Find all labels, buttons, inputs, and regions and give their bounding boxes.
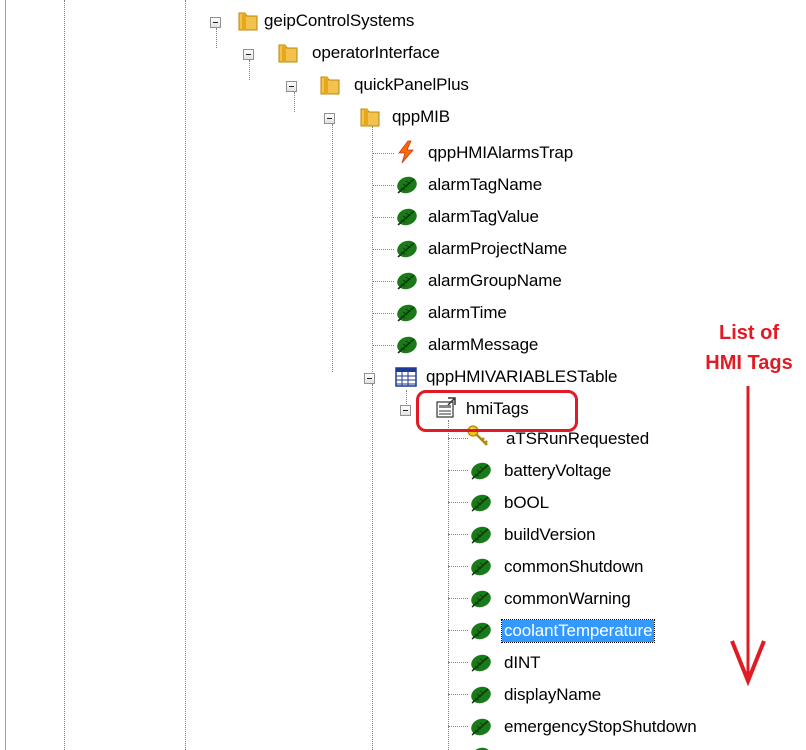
leaf-icon — [397, 240, 417, 258]
node-label[interactable]: alarmTagValue — [426, 206, 541, 228]
tree-connector — [448, 566, 468, 567]
leaf-icon — [397, 176, 417, 194]
tree-node-bool[interactable]: bOOL — [466, 490, 606, 518]
tree-node-batteryvoltage[interactable]: batteryVoltage — [466, 458, 686, 486]
leaf-icon — [471, 747, 491, 750]
tree-node-alarmtime[interactable]: alarmTime — [392, 300, 552, 328]
collapse-toggle[interactable] — [324, 113, 335, 124]
node-label[interactable]: emergencyStopShutdown — [502, 716, 699, 738]
mib-tree-view: geipControlSystems operatorInterface qui… — [0, 0, 806, 750]
tree-connector — [372, 384, 373, 750]
node-label[interactable]: alarmTagName — [426, 174, 544, 196]
tree-connector — [372, 185, 394, 186]
tree-connector — [448, 502, 468, 503]
leaf-icon — [471, 590, 491, 608]
collapse-toggle[interactable] — [364, 373, 375, 384]
node-label[interactable]: qppHMIVARIABLESTable — [424, 366, 619, 388]
node-label[interactable]: qppMIB — [390, 106, 452, 128]
tree-node-commonshutdown[interactable]: commonShutdown — [466, 554, 706, 582]
node-label[interactable]: commonShutdown — [502, 556, 645, 578]
tree-node-quickpanelplus[interactable]: quickPanelPlus — [280, 72, 500, 100]
node-label[interactable]: geipControlSystems — [262, 10, 416, 32]
tree-connector — [448, 470, 468, 471]
tree-connector — [448, 694, 468, 695]
tree-node-alarmtagvalue[interactable]: alarmTagValue — [392, 204, 592, 232]
tree-node-geipcontrolsystems[interactable]: geipControlSystems — [200, 8, 450, 36]
trap-lightning-icon — [398, 140, 414, 164]
leaf-icon — [397, 208, 417, 226]
node-label-selected[interactable]: coolantTemperature — [500, 619, 656, 643]
leaf-icon — [397, 272, 417, 290]
annotation-line-1: List of — [719, 322, 779, 344]
tree-connector — [372, 313, 394, 314]
leaf-icon — [471, 494, 491, 512]
collapse-toggle[interactable] — [243, 49, 254, 60]
leaf-icon — [471, 622, 491, 640]
tree-node-emergencystopshutdown[interactable]: emergencyStopShutdown — [466, 714, 766, 742]
tree-connector — [372, 345, 394, 346]
tree-node-alarmtagname[interactable]: alarmTagName — [392, 172, 592, 200]
tree-connector — [372, 153, 394, 154]
node-label[interactable]: alarmTime — [426, 302, 509, 324]
tree-connector — [448, 534, 468, 535]
tree-connector — [448, 598, 468, 599]
node-label[interactable]: commonWarning — [502, 588, 633, 610]
leaf-icon — [471, 558, 491, 576]
tree-node-displayname[interactable]: displayName — [466, 682, 666, 710]
node-label[interactable]: alarmMessage — [426, 334, 540, 356]
down-arrow-icon — [730, 386, 766, 686]
tree-node-coolanttemperature[interactable]: coolantTemperature — [466, 618, 716, 646]
leaf-icon — [471, 718, 491, 736]
node-label[interactable]: alarmProjectName — [426, 238, 569, 260]
node-label[interactable]: operatorInterface — [310, 42, 442, 64]
collapse-toggle[interactable] — [286, 81, 297, 92]
tree-root-guide — [185, 0, 186, 750]
tree-connector — [332, 124, 333, 372]
table-icon — [395, 367, 417, 387]
node-label[interactable]: batteryVoltage — [502, 460, 613, 482]
leaf-icon — [397, 336, 417, 354]
tree-node-alarmprojectname[interactable]: alarmProjectName — [392, 236, 612, 264]
tree-node-qpphmivariablestable[interactable]: qppHMIVARIABLESTable — [358, 364, 658, 392]
folder-icon — [320, 76, 340, 95]
leaf-icon — [471, 462, 491, 480]
tree-node-operatorinterface[interactable]: operatorInterface — [240, 40, 500, 68]
tree-connector — [448, 662, 468, 663]
tree-node-qppmib[interactable]: qppMIB — [318, 104, 468, 132]
node-label[interactable]: alarmGroupName — [426, 270, 564, 292]
collapse-toggle[interactable] — [400, 405, 411, 416]
node-label[interactable]: buildVersion — [502, 524, 597, 546]
tree-connector — [372, 126, 373, 376]
tree-node-alarmgroupname[interactable]: alarmGroupName — [392, 268, 612, 296]
node-label[interactable]: dINT — [502, 652, 542, 674]
tree-connector — [448, 630, 468, 631]
tree-node-commonwarning[interactable]: commonWarning — [466, 586, 706, 614]
left-pane-guide — [64, 0, 65, 750]
tree-node-buildversion[interactable]: buildVersion — [466, 522, 666, 550]
tree-connector — [372, 249, 394, 250]
annotation-line-2: HMI Tags — [705, 352, 793, 374]
tree-connector — [448, 438, 468, 439]
tree-node-qpphmialarmstrap[interactable]: qppHMIAlarmsTrap — [392, 140, 632, 168]
tree-connector — [372, 281, 394, 282]
leaf-icon — [397, 304, 417, 322]
tree-connector — [372, 217, 394, 218]
tree-node-dint[interactable]: dINT — [466, 650, 606, 678]
leaf-icon — [471, 654, 491, 672]
folder-icon — [278, 44, 298, 63]
node-label[interactable]: bOOL — [502, 492, 551, 514]
node-label[interactable]: qppHMIAlarmsTrap — [426, 142, 575, 164]
folder-icon — [238, 12, 258, 31]
left-pane-border — [5, 0, 6, 750]
tree-node-alarmmessage[interactable]: alarmMessage — [392, 332, 592, 360]
highlight-box — [416, 390, 578, 432]
leaf-icon — [471, 686, 491, 704]
collapse-toggle[interactable] — [210, 17, 221, 28]
leaf-icon — [471, 526, 491, 544]
folder-icon — [360, 108, 380, 127]
node-label[interactable]: quickPanelPlus — [352, 74, 471, 96]
tree-connector — [448, 726, 468, 727]
node-label[interactable]: displayName — [502, 684, 603, 706]
annotation-text: List of HMI Tags — [694, 318, 804, 378]
